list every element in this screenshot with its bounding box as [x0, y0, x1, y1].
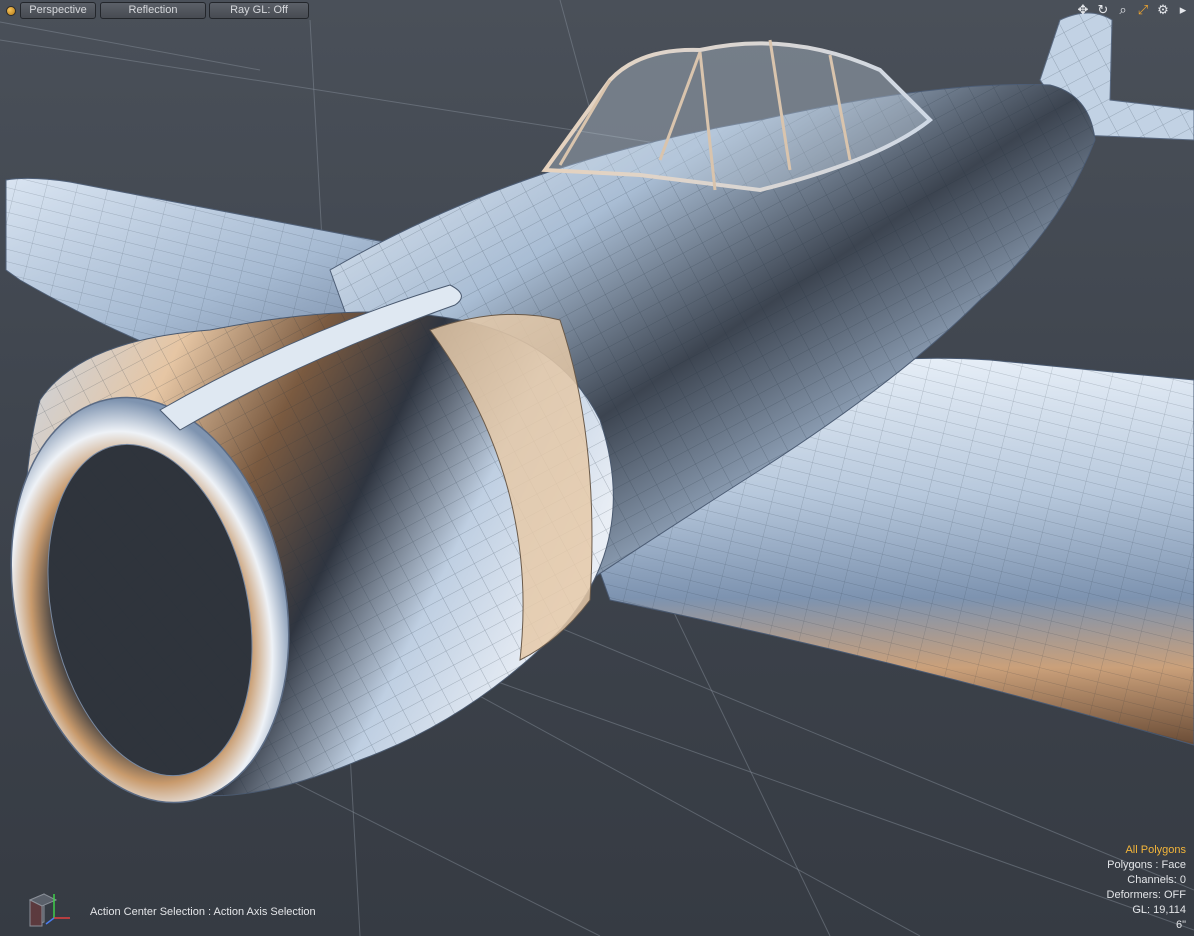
maximize-icon[interactable]: ⤢: [1134, 2, 1152, 19]
viewport-toolbar: Perspective Reflection Ray GL: Off ✥ ↻ ⌕…: [0, 0, 1194, 20]
axis-gizmo-icon: [28, 893, 70, 927]
channels-stat: Channels: 0: [1127, 874, 1186, 886]
viewport-nav-tools: ✥ ↻ ⌕ ⤢ ⚙ ▸: [1074, 2, 1192, 19]
aircraft-model[interactable]: [0, 0, 1194, 936]
zoom-icon[interactable]: ⌕: [1114, 2, 1132, 19]
polygons-stat: Polygons : Face: [1107, 859, 1186, 871]
move-icon[interactable]: ✥: [1074, 2, 1092, 19]
deformers-stat: Deformers: OFF: [1106, 889, 1186, 901]
raygl-button[interactable]: Ray GL: Off: [209, 2, 309, 19]
action-center-status: Action Center Selection : Action Axis Se…: [90, 906, 316, 918]
arrow-right-icon[interactable]: ▸: [1174, 2, 1192, 19]
view-type-button[interactable]: Perspective: [20, 2, 96, 19]
gear-icon[interactable]: ⚙: [1154, 2, 1172, 19]
viewport-options-icon[interactable]: [6, 6, 16, 16]
viewport-stats: All Polygons Polygons : Face Channels: 0…: [1107, 843, 1186, 933]
shading-mode-button[interactable]: Reflection: [100, 2, 206, 19]
3d-viewport[interactable]: Perspective Reflection Ray GL: Off ✥ ↻ ⌕…: [0, 0, 1194, 936]
rotate-icon[interactable]: ↻: [1094, 2, 1112, 19]
grid-size-stat: 6": [1175, 919, 1186, 931]
gl-stat: GL: 19,114: [1132, 904, 1186, 916]
selection-mode-label: All Polygons: [1125, 844, 1186, 856]
